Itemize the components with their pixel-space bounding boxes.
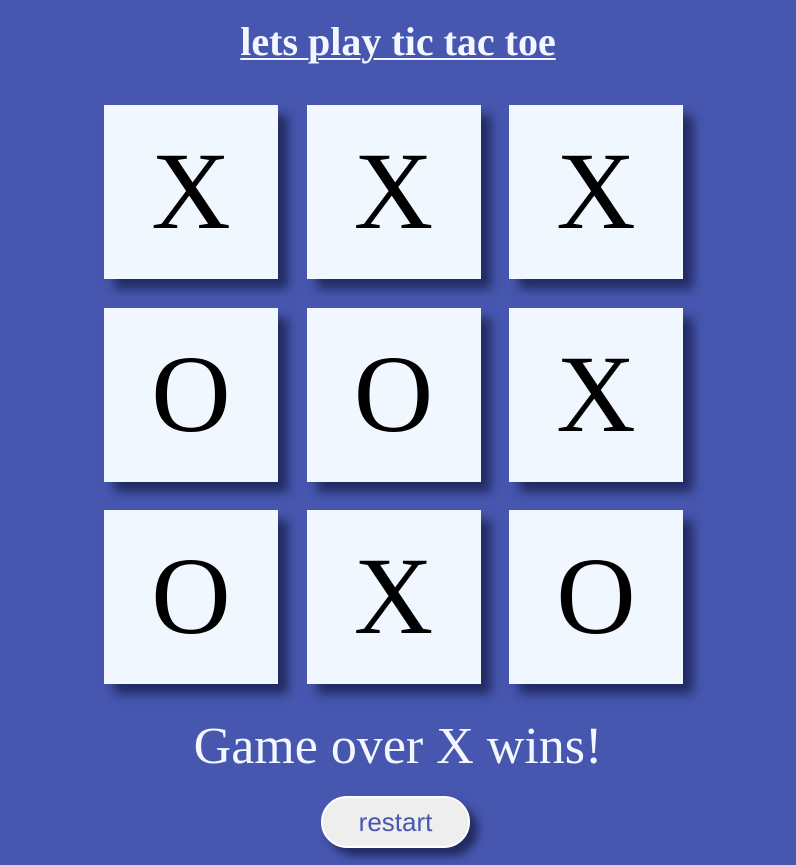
cell-mark: O [353,332,434,455]
board-cell-1-2[interactable]: X [509,307,683,482]
board-cell-1-0[interactable]: O [104,307,278,482]
cell-mark: X [556,332,636,455]
board-cell-2-1[interactable]: X [306,510,481,684]
cell-mark: O [151,332,231,455]
restart-button[interactable]: restart [321,796,470,848]
game-status-message: Game over X wins! [193,718,603,775]
cell-mark: X [556,130,636,252]
board-cell-0-0[interactable]: X [104,105,278,279]
cell-mark: O [151,535,231,657]
page-title: lets play tic tac toe [240,19,556,64]
cell-mark: X [151,130,231,252]
cell-mark: X [353,130,434,252]
cell-mark: X [353,535,434,657]
cell-mark: O [556,535,636,657]
game-board: X X X O O X O X O [104,105,683,684]
board-cell-0-1[interactable]: X [306,105,481,279]
board-cell-0-2[interactable]: X [509,105,683,279]
board-cell-2-0[interactable]: O [104,510,278,684]
board-cell-2-2[interactable]: O [509,510,683,684]
board-cell-1-1[interactable]: O [306,307,481,482]
